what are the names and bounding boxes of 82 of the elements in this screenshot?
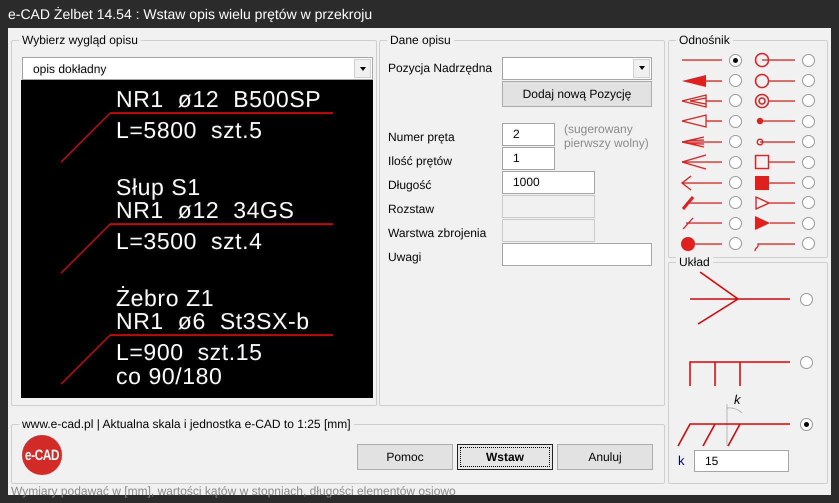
radio-button[interactable] — [802, 196, 815, 210]
preview-text: L=900 szt.15 — [116, 339, 263, 365]
square-icon — [754, 154, 795, 170]
dialog-button[interactable]: Wstaw — [457, 444, 553, 470]
preview-text: L=5800 szt.5 — [116, 117, 263, 143]
radio-button[interactable] — [729, 74, 742, 88]
dropdown-arrow-icon — [636, 65, 646, 71]
text-field[interactable]: 15 — [694, 450, 789, 472]
circle-icon — [754, 73, 795, 88]
arrow-icon — [681, 154, 722, 170]
group-title: Wybierz wygląd opisu — [19, 33, 141, 47]
preview-text: NR1 ø6 St3SX-b — [116, 308, 310, 334]
radio-button[interactable] — [729, 176, 742, 190]
field-label: Długość — [388, 176, 432, 194]
text-field[interactable]: 1 — [502, 146, 555, 170]
add-position-button[interactable]: Dodaj nową Pozycję — [502, 81, 652, 107]
dot-icon — [756, 118, 795, 125]
group-title: Układ — [676, 255, 713, 269]
radio-button[interactable] — [729, 135, 742, 148]
group-title: www.e-cad.pl | Aktualna skala i jednostka e-CAD to 1:25 [mm] — [19, 417, 354, 431]
chevron-icon — [680, 175, 722, 190]
text-field[interactable] — [502, 242, 652, 266]
dot-icon — [681, 236, 722, 251]
radio-button[interactable] — [729, 156, 742, 169]
text-field[interactable]: 2 — [502, 122, 555, 146]
dialog-button[interactable]: Pomoc — [357, 444, 453, 470]
angle-label: k — [734, 392, 740, 407]
radio-button[interactable] — [802, 74, 815, 88]
radio-button[interactable] — [802, 237, 815, 250]
preview-text: Słup S1 — [116, 174, 201, 200]
radio-button[interactable] — [729, 54, 742, 67]
radio-button[interactable] — [729, 94, 742, 108]
preview-text: NR1 ø12 B500SP — [116, 86, 322, 112]
circle-icon — [754, 52, 795, 68]
square-icon — [755, 176, 795, 190]
double-circle-icon — [754, 94, 795, 108]
radio-button[interactable] — [802, 94, 815, 108]
radio-button[interactable] — [802, 176, 815, 190]
radio-button[interactable] — [800, 418, 813, 431]
radio-button[interactable] — [802, 156, 815, 169]
field-label: Pozycja Nadrzędna — [388, 60, 494, 77]
radio-button[interactable] — [729, 114, 742, 128]
text-field[interactable]: 1000 — [502, 170, 595, 194]
line-icon — [682, 60, 722, 61]
triangle-icon — [755, 216, 795, 230]
field-label: Warstwa zbrojenia — [388, 224, 488, 242]
radio-button[interactable] — [800, 356, 813, 369]
dialog-button[interactable]: Anuluj — [557, 444, 653, 470]
slash-icon — [682, 196, 722, 210]
window-title: e-CAD Żelbet 14.54 : Wstaw opis wielu prętów w przekroju — [8, 4, 372, 24]
group-title: Dane opisu — [387, 33, 454, 47]
status-text: Wymiary podawać w [mm], wartości kątów w stopniach, długości elementów osiowo — [11, 485, 456, 498]
arrow-icon — [682, 74, 722, 87]
field-label: Numer pręta — [388, 128, 456, 146]
field-label: Uwagi — [388, 248, 422, 266]
radio-button[interactable] — [802, 216, 815, 230]
dropdown-arrow-icon — [358, 66, 368, 72]
radio-button[interactable] — [729, 196, 742, 210]
field-label: Ilość prętów — [388, 152, 454, 170]
triangle-icon — [755, 196, 795, 210]
group-title: Odnośnik — [676, 33, 733, 47]
slash-icon — [682, 218, 722, 230]
radio-button[interactable] — [729, 237, 742, 250]
hook-icon — [754, 243, 795, 251]
radio-button[interactable] — [729, 216, 742, 230]
circle-icon — [756, 138, 795, 146]
logo: e-CAD — [22, 435, 62, 475]
field-label: k — [677, 452, 686, 470]
preview-text: L=3500 szt.4 — [116, 228, 263, 254]
preview-text: co 90/180 — [116, 363, 222, 389]
radio-button[interactable] — [800, 293, 813, 306]
radio-button[interactable] — [802, 135, 815, 148]
arrow-icon — [681, 136, 722, 148]
arrow-icon — [681, 114, 722, 128]
radio-button[interactable] — [802, 54, 815, 67]
dropdown[interactable] — [502, 56, 652, 80]
field-label: Rozstaw — [388, 200, 436, 218]
double-arrow-icon — [681, 94, 722, 108]
radio-button[interactable] — [802, 114, 815, 128]
hint-text: (sugerowany pierwszy wolny) — [564, 122, 650, 150]
preview-text: Żebro Z1 — [116, 285, 214, 311]
dropdown[interactable]: opis dokładny — [22, 57, 373, 80]
